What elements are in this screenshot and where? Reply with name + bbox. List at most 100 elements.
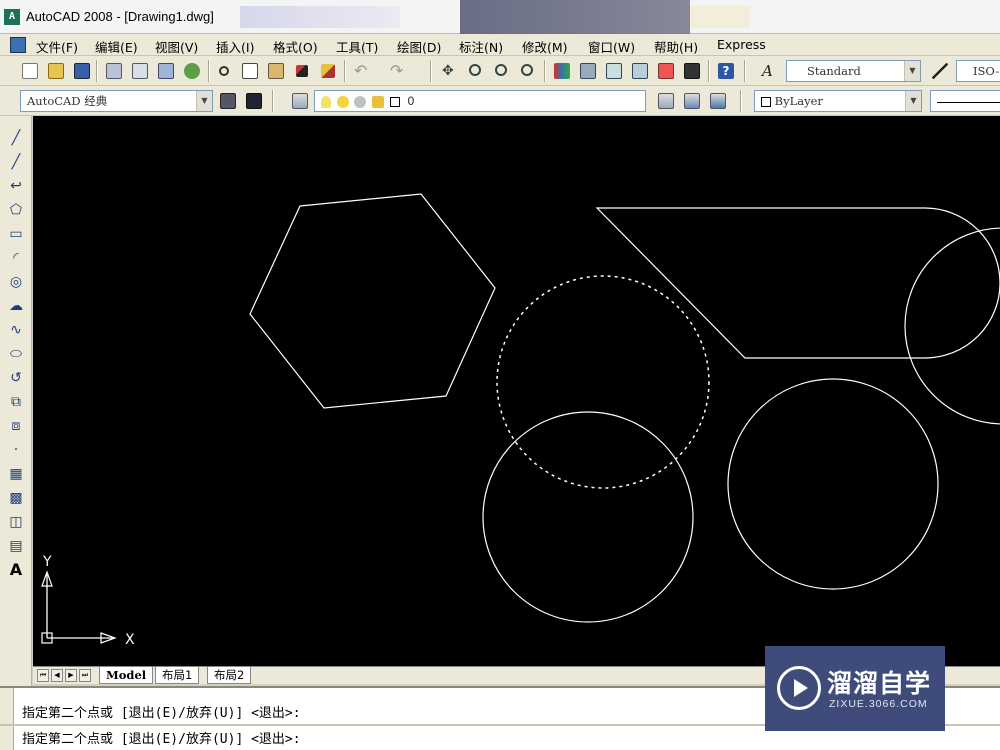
ellipse-icon[interactable]: ⬭ — [6, 344, 26, 364]
first-tab-icon[interactable]: ⏮ — [37, 669, 49, 682]
open-icon[interactable] — [46, 61, 66, 81]
linetype-select[interactable] — [930, 90, 1000, 112]
workspace-settings-icon[interactable] — [218, 91, 238, 111]
chevron-down-icon[interactable]: ▼ — [905, 91, 921, 111]
point-icon[interactable]: · — [6, 440, 26, 460]
menu-insert[interactable]: 插入(I) — [216, 37, 254, 56]
circle-shape-1[interactable] — [482, 411, 694, 623]
plot-preview-icon[interactable] — [130, 61, 150, 81]
text-style-icon[interactable]: A — [760, 61, 780, 81]
lock-icon[interactable] — [371, 95, 384, 108]
watermark-brand: 溜溜自学 — [827, 669, 932, 698]
calculator-icon[interactable] — [682, 61, 702, 81]
layer-previous-icon[interactable] — [682, 91, 702, 111]
revision-cloud-icon[interactable]: ☁ — [6, 296, 26, 316]
help-icon[interactable]: ? — [716, 61, 736, 81]
menu-format[interactable]: 格式(O) — [273, 37, 318, 56]
sheet-set-icon[interactable] — [630, 61, 650, 81]
workspace-select[interactable]: AutoCAD 经典 ▼ — [20, 90, 213, 112]
undo-icon[interactable]: ↶ — [352, 61, 382, 81]
chevron-down-icon[interactable]: ▼ — [904, 61, 920, 81]
construction-line-icon[interactable]: ╱ — [6, 152, 26, 172]
taskbar-item-blurred-2[interactable] — [690, 6, 750, 28]
prev-tab-icon[interactable]: ◀ — [51, 669, 63, 682]
my-workspace-icon[interactable] — [244, 91, 264, 111]
menu-window[interactable]: 窗口(W) — [588, 37, 635, 56]
menu-edit[interactable]: 编辑(E) — [95, 37, 138, 56]
selected-circle-shape[interactable] — [496, 275, 710, 489]
taskbar-item-active-blurred[interactable] — [460, 0, 690, 34]
block-editor-icon[interactable] — [318, 61, 338, 81]
command-prompt-line[interactable]: 指定第二个点或 [退出(E)/放弃(U)] <退出>: — [22, 728, 301, 747]
gradient-icon[interactable]: ▩ — [6, 488, 26, 508]
menu-express[interactable]: Express — [717, 37, 766, 52]
publish-icon[interactable] — [156, 61, 176, 81]
dim-style-icon[interactable] — [930, 61, 950, 81]
zoom-realtime-icon[interactable] — [466, 61, 486, 81]
drawing-canvas[interactable]: Y X — [33, 116, 1000, 666]
menu-file[interactable]: 文件(F) — [36, 37, 78, 56]
tab-model[interactable]: Model — [99, 667, 154, 684]
sun-icon[interactable] — [336, 95, 349, 108]
circle-icon[interactable]: ◎ — [6, 272, 26, 292]
menu-view[interactable]: 视图(V) — [155, 37, 198, 56]
copy-icon[interactable] — [240, 61, 260, 81]
spline-icon[interactable]: ∿ — [6, 320, 26, 340]
chevron-down-icon[interactable]: ▼ — [196, 91, 212, 111]
properties-icon[interactable] — [552, 61, 572, 81]
menu-dimension[interactable]: 标注(N) — [459, 37, 503, 56]
save-icon[interactable] — [72, 61, 92, 81]
ucs-y-label: Y — [42, 554, 52, 570]
viewport-freeze-icon[interactable] — [354, 95, 367, 108]
make-block-icon[interactable]: ⧈ — [6, 416, 26, 436]
cut-icon[interactable] — [214, 61, 234, 81]
polygon-icon[interactable]: ⬠ — [6, 200, 26, 220]
design-center-icon[interactable] — [578, 61, 598, 81]
lightbulb-icon[interactable] — [321, 95, 331, 108]
menu-help[interactable]: 帮助(H) — [654, 37, 698, 56]
markup-set-icon[interactable] — [656, 61, 676, 81]
polyline-icon[interactable]: ↩ — [6, 176, 26, 196]
etransmit-icon[interactable] — [182, 61, 202, 81]
layer-properties-icon[interactable] — [290, 91, 310, 111]
taskbar-item-blurred[interactable] — [240, 6, 400, 28]
tab-layout2[interactable]: 布局2 — [207, 667, 252, 684]
last-tab-icon[interactable]: ⏭ — [79, 669, 91, 682]
zoom-window-icon[interactable] — [492, 61, 512, 81]
redo-icon[interactable]: ↷ — [388, 61, 418, 81]
next-tab-icon[interactable]: ▶ — [65, 669, 77, 682]
tool-palettes-icon[interactable] — [604, 61, 624, 81]
region-icon[interactable]: ◫ — [6, 512, 26, 532]
line-icon[interactable]: ╱ — [6, 128, 26, 148]
zoom-previous-icon[interactable] — [518, 61, 538, 81]
new-icon[interactable] — [20, 61, 40, 81]
paste-icon[interactable] — [266, 61, 286, 81]
multiline-text-icon[interactable]: A — [6, 560, 26, 580]
color-select[interactable]: ByLayer ▼ — [754, 90, 922, 112]
text-style-select[interactable]: Standard ▼ — [786, 60, 921, 82]
match-properties-icon[interactable] — [292, 61, 312, 81]
drawing-svg[interactable]: Y X — [33, 116, 1000, 666]
make-object-layer-current-icon[interactable] — [656, 91, 676, 111]
slot-shape[interactable] — [595, 207, 1000, 359]
print-icon[interactable] — [104, 61, 124, 81]
circle-shape-3[interactable] — [904, 227, 1000, 425]
hexagon-shape[interactable] — [249, 193, 496, 409]
layer-select[interactable]: 0 — [314, 90, 646, 112]
color-value: ByLayer — [774, 94, 823, 108]
ellipse-arc-icon[interactable]: ↺ — [6, 368, 26, 388]
table-icon[interactable]: ▤ — [6, 536, 26, 556]
tab-layout1[interactable]: 布局1 — [155, 667, 200, 684]
menu-draw[interactable]: 绘图(D) — [397, 37, 441, 56]
menu-tools[interactable]: 工具(T) — [336, 37, 378, 56]
document-icon[interactable] — [10, 37, 26, 53]
circle-shape-2[interactable] — [727, 378, 939, 590]
menu-modify[interactable]: 修改(M) — [522, 37, 568, 56]
insert-block-icon[interactable]: ⧉ — [6, 392, 26, 412]
rectangle-icon[interactable]: ▭ — [6, 224, 26, 244]
arc-icon[interactable]: ◜ — [6, 248, 26, 268]
dim-style-select[interactable]: ISO- — [956, 60, 1000, 82]
pan-icon[interactable]: ✥ — [440, 61, 460, 81]
hatch-icon[interactable]: ▦ — [6, 464, 26, 484]
layer-states-icon[interactable] — [708, 91, 728, 111]
